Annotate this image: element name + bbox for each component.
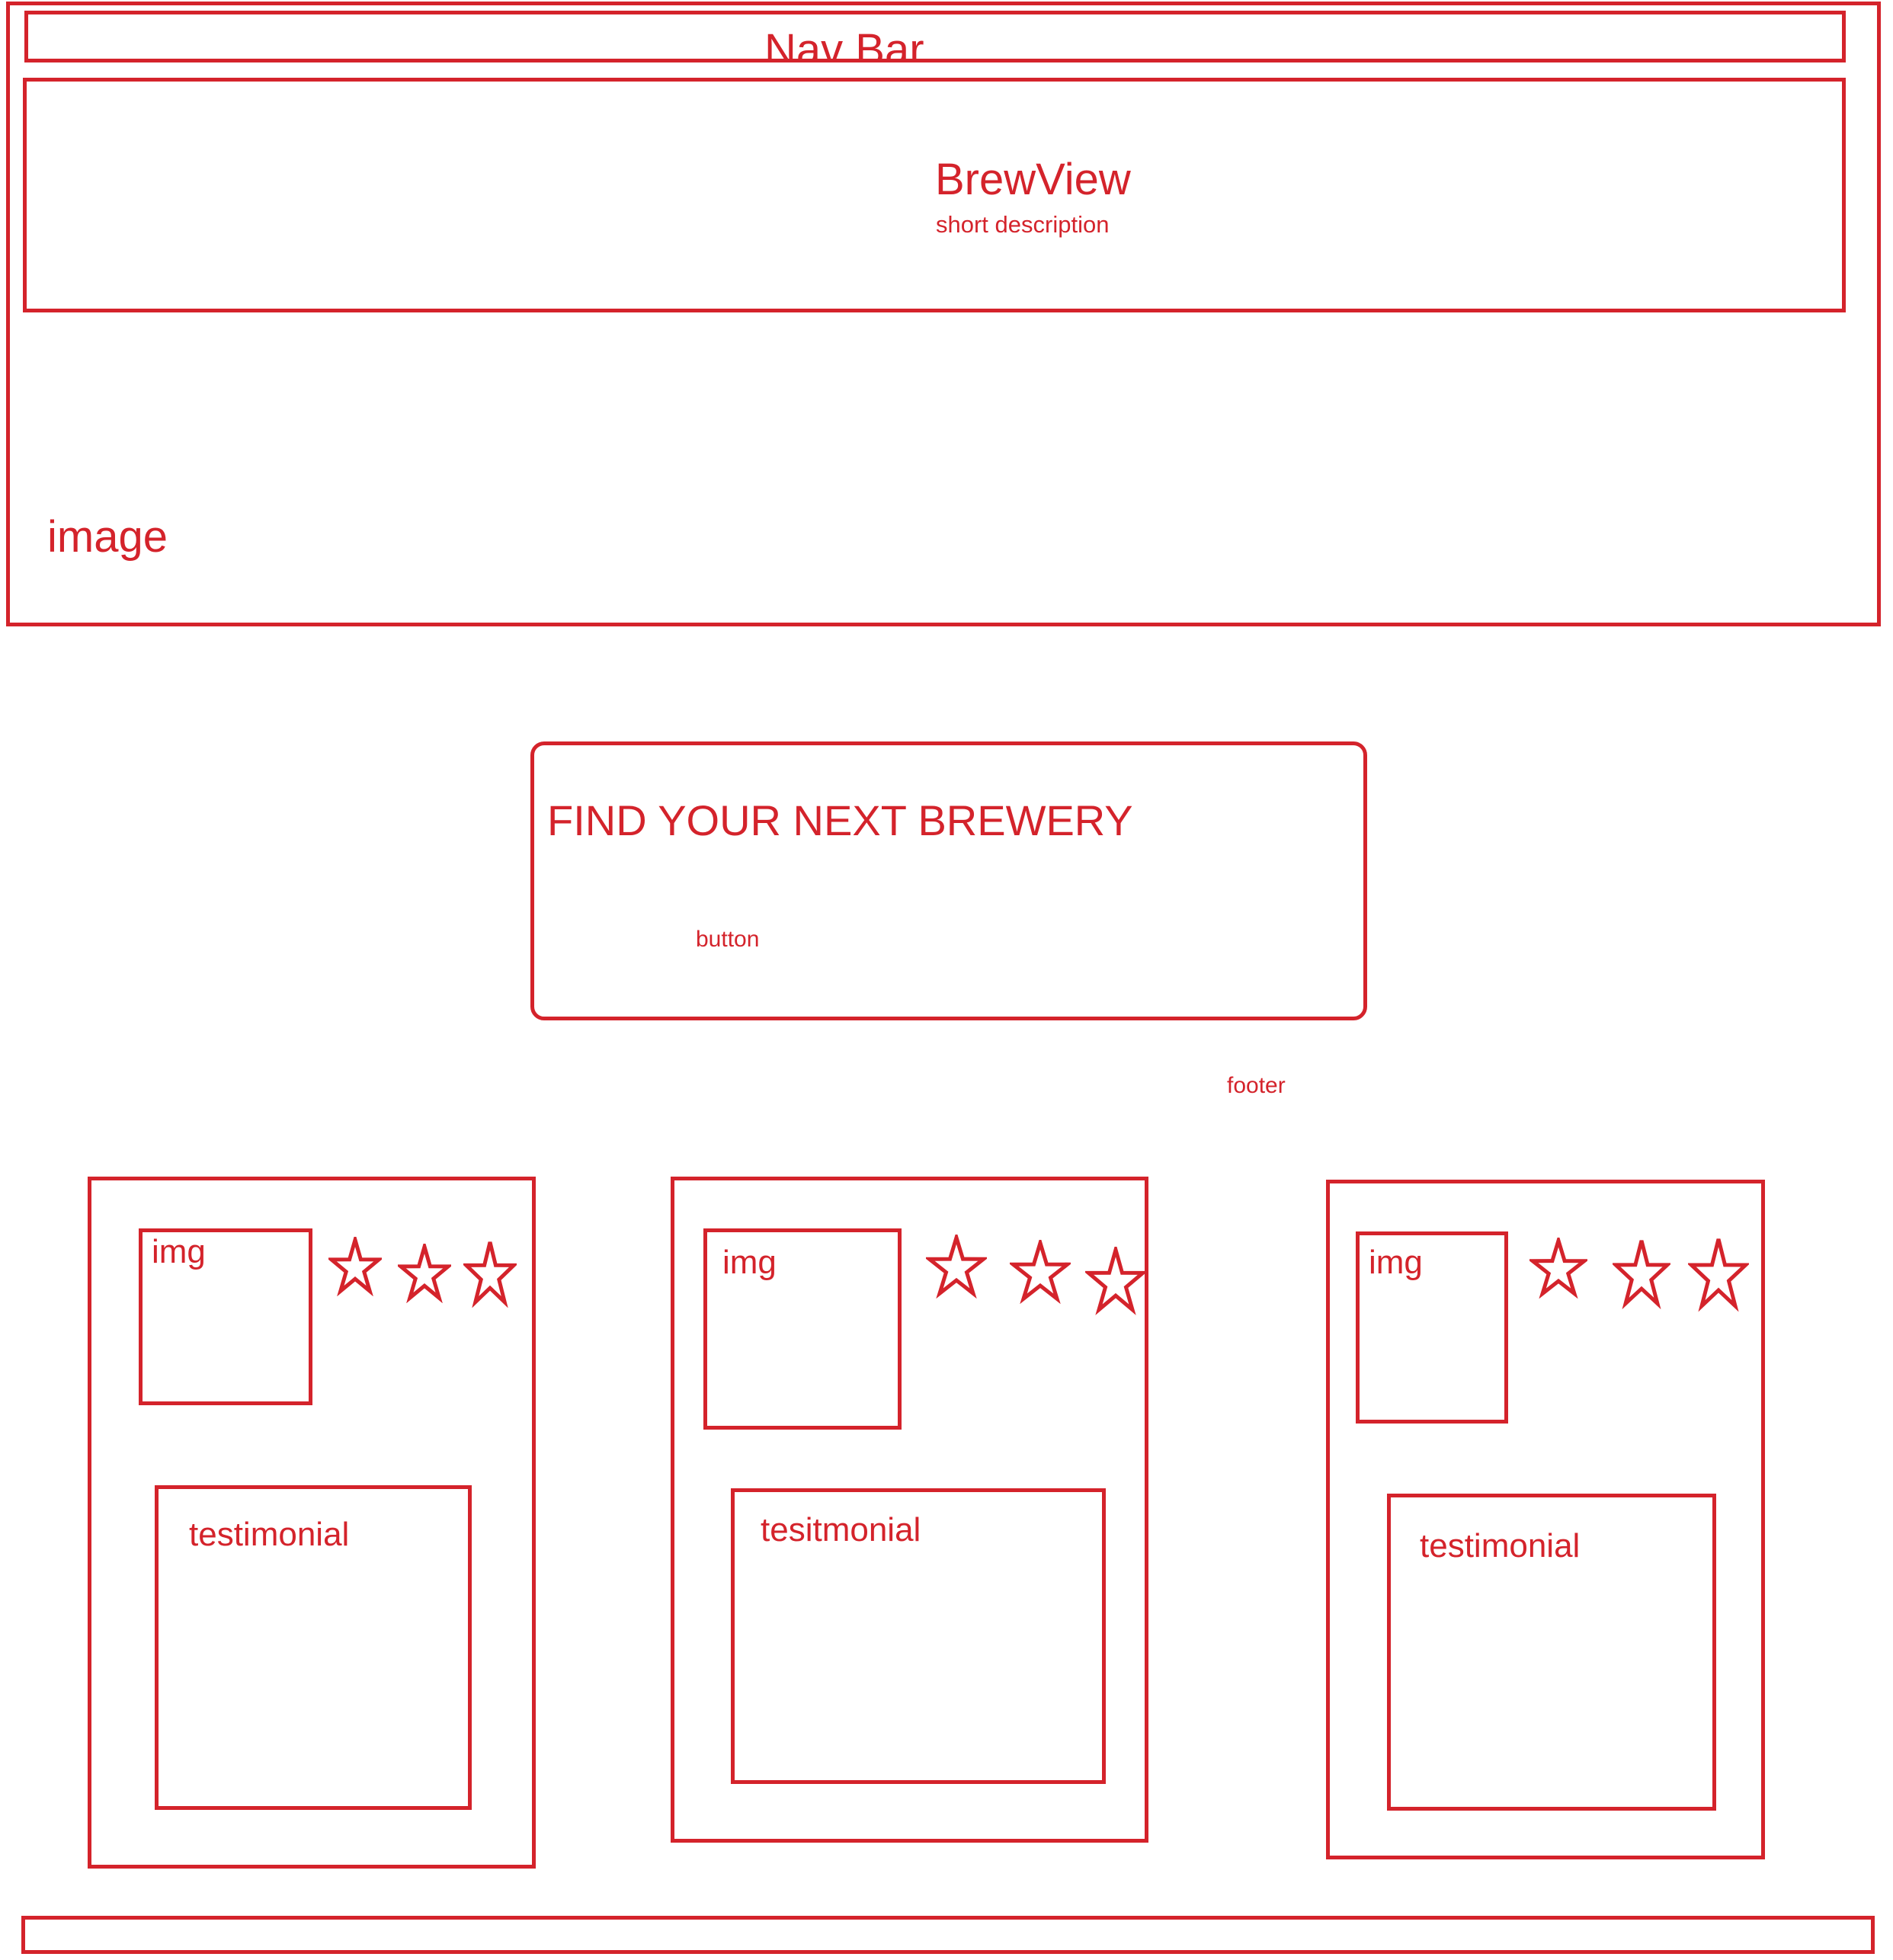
footer-label: footer [1227, 1073, 1286, 1098]
nav-bar: Nav Bar [24, 11, 1846, 62]
hero-image-placeholder: image [47, 512, 168, 562]
cta-button[interactable]: button [696, 928, 759, 951]
card-2-star-icon [1085, 1247, 1146, 1315]
card-1-testimonial-label: testimonial [189, 1516, 350, 1553]
wireframe-page: { "colors": { "stroke": "#d4232b", "back… [0, 0, 1893, 1960]
nav-bar-label: Nav Bar [764, 25, 924, 62]
card-2-testimonial-label: tesitmonial [761, 1511, 921, 1548]
cta-heading: FIND YOUR NEXT BREWERY [547, 796, 1133, 844]
footer-bar [21, 1916, 1875, 1954]
card-2-image-label: img [722, 1244, 777, 1281]
card-3-star-icon [1613, 1240, 1670, 1309]
site-description: short description [936, 211, 1110, 238]
card-1-testimonial-box: testimonial [155, 1485, 472, 1810]
card-3-image-label: img [1369, 1244, 1423, 1281]
card-3-image-box: img [1356, 1231, 1508, 1424]
card-2-image-box: img [703, 1228, 902, 1430]
card-3-star-icon [1688, 1238, 1749, 1312]
cta-panel: FIND YOUR NEXT BREWERY button [530, 741, 1367, 1020]
card-3-testimonial-label: testimonial [1420, 1527, 1581, 1564]
title-banner: BrewView short description [23, 78, 1846, 312]
card-3-star-icon [1529, 1238, 1587, 1299]
card-2-testimonial-box: tesitmonial [731, 1488, 1106, 1784]
card-1-star-icon [463, 1241, 517, 1308]
site-title: BrewView [935, 155, 1131, 204]
card-2-star-icon [926, 1235, 987, 1299]
card-1-image-box: img [139, 1228, 312, 1405]
card-1-star-icon [328, 1237, 382, 1296]
card-3-testimonial-box: testimonial [1387, 1494, 1716, 1811]
card-1-image-label: img [152, 1233, 206, 1270]
card-2-star-icon [1010, 1240, 1071, 1304]
card-1-star-icon [398, 1244, 451, 1303]
